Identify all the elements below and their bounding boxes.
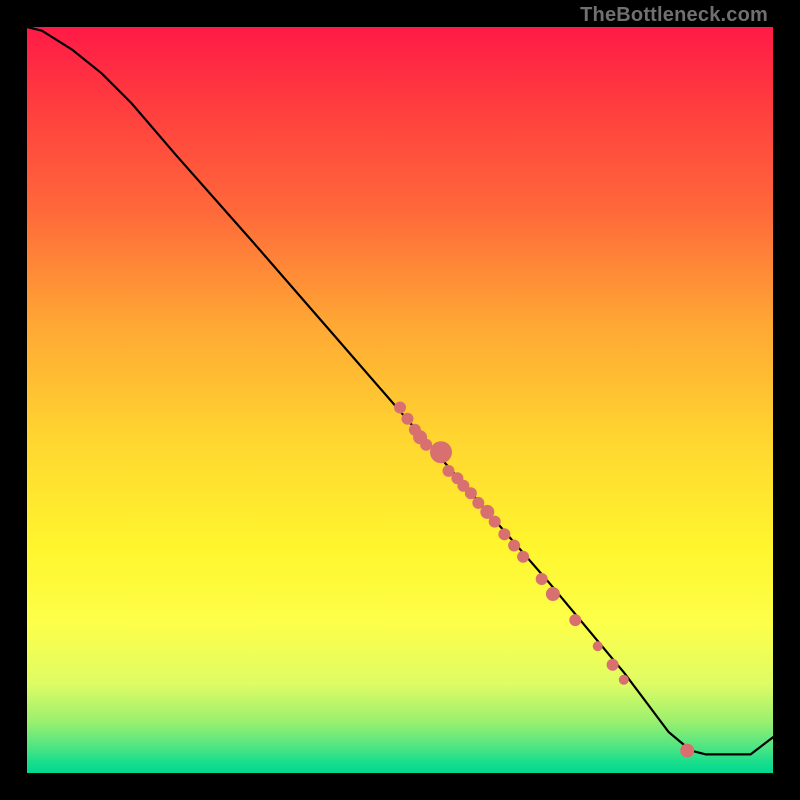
data-point [619,675,629,685]
data-point [546,587,560,601]
data-point [472,497,484,509]
data-point [569,614,581,626]
data-point [489,516,501,528]
data-point [508,540,520,552]
data-point [402,413,414,425]
chart-overlay [27,27,773,773]
data-point [680,744,694,758]
data-point [607,659,619,671]
attribution-label: TheBottleneck.com [580,4,768,27]
data-point [443,465,455,477]
data-points-group [394,402,694,758]
data-point [465,487,477,499]
plot-area [27,27,773,773]
data-point [536,573,548,585]
data-point [517,551,529,563]
bottleneck-curve [27,27,773,754]
data-point [420,439,432,451]
data-point [413,430,427,444]
data-point [498,528,510,540]
data-point [394,402,406,414]
data-point [593,641,603,651]
data-point [480,505,494,519]
data-point [430,441,452,463]
data-point [451,472,463,484]
data-point [457,480,469,492]
data-point [409,424,421,436]
chart-root: TheBottleneck.com [0,0,800,800]
